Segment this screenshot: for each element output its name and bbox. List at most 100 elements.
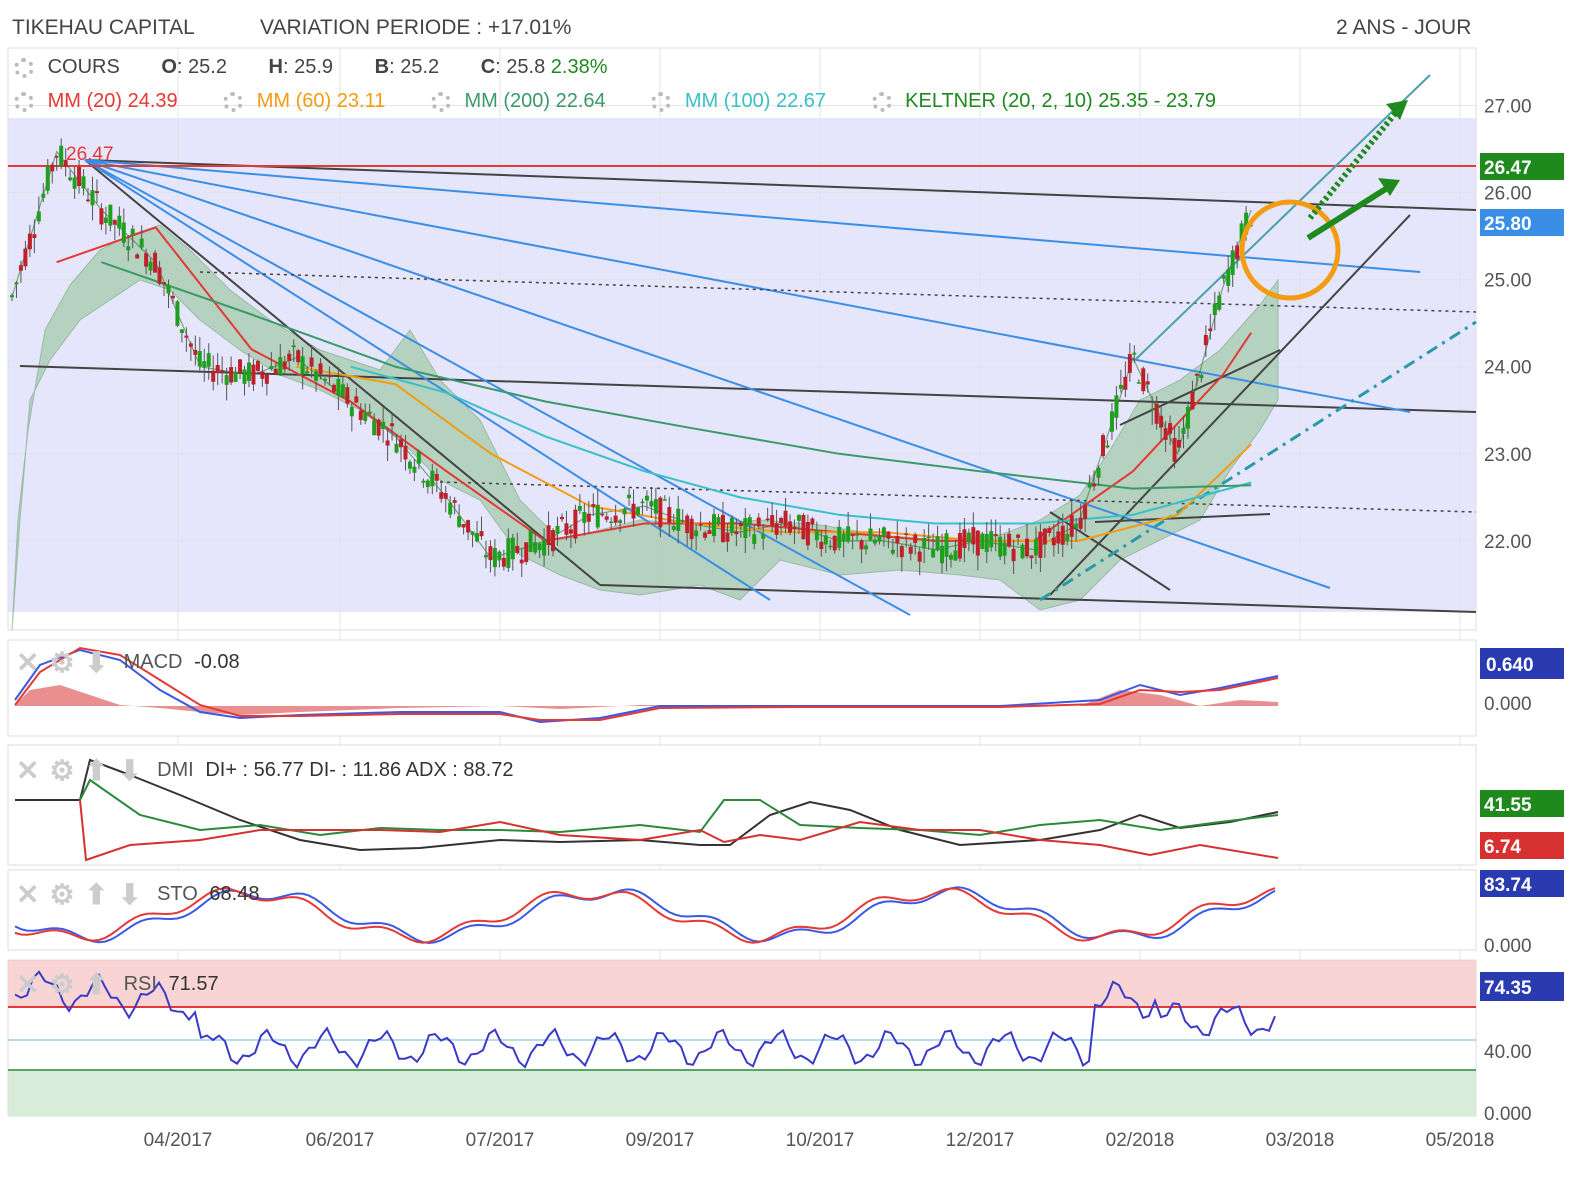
gear-icon[interactable]: ⚙ xyxy=(49,878,74,911)
candle-body xyxy=(698,523,703,526)
candle-body xyxy=(783,510,788,527)
macd-header: ✕ ⚙ ⬇ MACD -0.08 xyxy=(16,646,240,679)
macd-axis-zero: 0.000 xyxy=(1484,694,1532,715)
candle-body xyxy=(868,528,873,541)
x-tick-label: 10/2017 xyxy=(786,1130,855,1151)
open-label: O xyxy=(161,56,177,78)
candle-body xyxy=(45,165,50,191)
candle-body xyxy=(975,530,980,556)
candle-body xyxy=(238,359,243,374)
candle-body xyxy=(376,419,381,436)
arrow-down-icon[interactable]: ⬇ xyxy=(118,754,141,787)
candle-body xyxy=(77,166,82,187)
candle-body xyxy=(1168,423,1173,434)
candle-body xyxy=(27,233,32,250)
close-value: 25.8 xyxy=(506,56,546,78)
y-tick-label: 24.00 xyxy=(1484,358,1532,379)
y-tick-label: 23.00 xyxy=(1484,445,1532,466)
x-tick-label: 05/2018 xyxy=(1426,1130,1495,1151)
candle-body xyxy=(144,253,149,267)
candle-body xyxy=(1002,542,1007,556)
high-label: H xyxy=(268,56,283,78)
candle-body xyxy=(443,493,448,499)
candle-body xyxy=(108,204,113,226)
candle-body xyxy=(627,494,632,499)
candle-body xyxy=(1212,303,1217,316)
candle-body xyxy=(707,530,712,534)
arrow-down-icon[interactable]: ⬇ xyxy=(85,646,108,679)
candle-body xyxy=(703,532,708,538)
gear-icon[interactable] xyxy=(651,91,672,112)
candle-body xyxy=(336,378,341,396)
candle-body xyxy=(287,353,292,361)
sto-axis-zero: 0.000 xyxy=(1484,936,1532,957)
candle-body xyxy=(667,507,672,523)
candle-body xyxy=(1154,403,1159,424)
arrow-down-icon[interactable]: ⬇ xyxy=(118,878,141,911)
candle-body xyxy=(1190,391,1195,410)
candle-body xyxy=(756,517,761,527)
gear-icon[interactable]: ⚙ xyxy=(49,968,74,1001)
candle-body xyxy=(385,440,390,446)
candle-body xyxy=(971,527,976,545)
candle-body xyxy=(886,531,891,539)
candle-body xyxy=(993,534,998,537)
candle-body xyxy=(649,501,654,507)
candle-body xyxy=(662,499,667,501)
close-icon[interactable]: ✕ xyxy=(16,754,39,787)
gear-icon[interactable]: ⚙ xyxy=(49,754,74,787)
candle-body xyxy=(412,466,417,473)
candle-body xyxy=(1132,352,1137,355)
gear-icon[interactable] xyxy=(14,91,34,112)
candle-body xyxy=(774,523,779,535)
candle-body xyxy=(18,265,23,271)
macd-badge-text: 0.640 xyxy=(1486,655,1534,676)
candle-body xyxy=(14,282,19,285)
candle-body xyxy=(179,329,184,333)
last-price-badge-text: 25.80 xyxy=(1484,214,1532,235)
gear-icon[interactable] xyxy=(223,91,244,112)
candle-body xyxy=(367,411,372,414)
candle-body xyxy=(604,516,609,520)
arrow-up-icon[interactable]: ⬆ xyxy=(85,754,108,787)
gear-icon[interactable] xyxy=(871,91,892,112)
candle-body xyxy=(157,267,162,284)
candle-body xyxy=(233,371,238,382)
gear-icon[interactable] xyxy=(14,57,34,78)
candle-body xyxy=(264,374,269,384)
mm20-value: 24.39 xyxy=(127,90,178,112)
mm100-label: MM (100) xyxy=(684,90,771,112)
candle-body xyxy=(1199,374,1204,379)
candle-body xyxy=(1042,528,1047,545)
candle-body xyxy=(573,509,578,539)
price-chart[interactable]: 26.47 27.00 26.00 25.00 24.00 23.00 22.00 26.… xyxy=(0,0,1592,1182)
candle-body xyxy=(1083,504,1088,519)
candle-body xyxy=(1074,523,1079,528)
candle-body xyxy=(872,539,877,544)
candle-body xyxy=(1194,373,1199,376)
candle-body xyxy=(832,535,837,551)
candle-body xyxy=(475,533,480,542)
candle-body xyxy=(322,379,327,381)
high-value: 25.9 xyxy=(294,56,334,78)
gear-icon[interactable] xyxy=(430,91,451,112)
candle-body xyxy=(568,529,573,534)
close-icon[interactable]: ✕ xyxy=(16,646,39,679)
arrow-up-icon[interactable]: ⬆ xyxy=(85,878,108,911)
candle-body xyxy=(533,542,538,553)
gear-icon[interactable]: ⚙ xyxy=(49,646,74,679)
candle-body xyxy=(1163,428,1168,440)
candle-body xyxy=(631,503,636,519)
close-icon[interactable]: ✕ xyxy=(16,968,39,1001)
candle-body xyxy=(846,526,851,542)
close-icon[interactable]: ✕ xyxy=(16,878,39,911)
candle-body xyxy=(796,514,801,521)
candle-body xyxy=(738,523,743,527)
candle-body xyxy=(931,549,936,558)
candle-body xyxy=(899,546,904,558)
keltner-label: KELTNER (20, 2, 10) xyxy=(905,90,1093,112)
arrow-up-icon[interactable]: ⬆ xyxy=(85,968,108,1001)
candle-body xyxy=(819,541,824,549)
candle-body xyxy=(792,526,797,530)
candle-body xyxy=(229,367,234,383)
